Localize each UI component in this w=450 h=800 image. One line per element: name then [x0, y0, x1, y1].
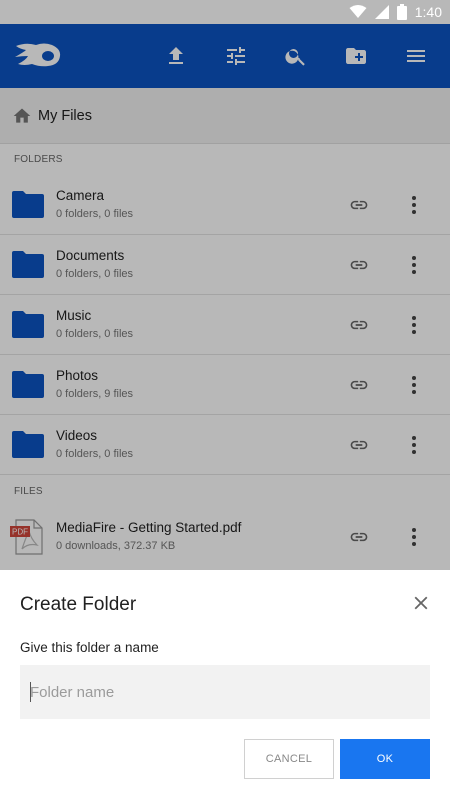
cancel-button[interactable]: CANCEL — [244, 739, 334, 779]
status-time: 1:40 — [414, 4, 442, 20]
modal-scrim[interactable] — [0, 24, 450, 570]
battery-icon — [396, 4, 407, 20]
wifi-icon — [349, 5, 367, 18]
text-caret — [30, 682, 31, 702]
dialog-title: Create Folder — [20, 594, 137, 615]
create-folder-dialog: Create Folder Give this folder a name CA… — [0, 570, 450, 800]
ok-button[interactable]: OK — [340, 739, 430, 779]
close-icon[interactable] — [410, 592, 432, 614]
signal-icon — [374, 5, 389, 19]
status-bar: 1:40 — [0, 0, 450, 24]
folder-name-input[interactable] — [20, 665, 430, 719]
dialog-prompt: Give this folder a name — [20, 640, 159, 655]
